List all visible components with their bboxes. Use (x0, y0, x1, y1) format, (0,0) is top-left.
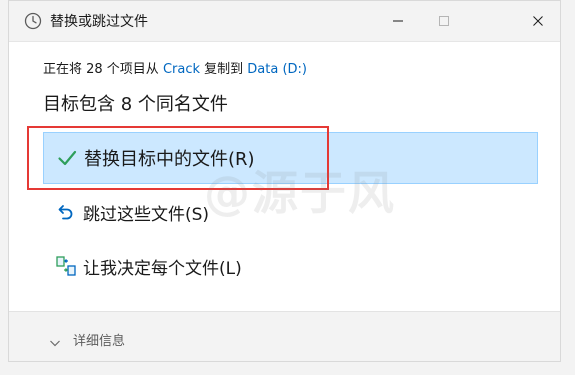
decide-each-label: 让我决定每个文件(L) (83, 258, 242, 279)
destination-drive-link[interactable]: Data (D:) (247, 62, 307, 77)
details-footer: 详细信息 (9, 311, 560, 361)
maximize-icon (421, 1, 467, 41)
chevron-down-icon[interactable] (49, 334, 61, 347)
minimize-icon[interactable] (375, 1, 421, 41)
decide-each-option[interactable]: 让我决定每个文件(L) (43, 242, 538, 290)
skip-arrow-icon (55, 201, 77, 223)
clock-icon (24, 12, 42, 30)
compare-files-icon (55, 255, 77, 277)
more-details-toggle[interactable]: 详细信息 (73, 330, 125, 349)
window-title: 替换或跳过文件 (50, 14, 148, 30)
replace-skip-dialog: 替换或跳过文件 正在将 28 个项目从 Crack 复制到 Data (D:) … (8, 0, 561, 362)
close-icon[interactable] (515, 1, 561, 41)
watermark: @源于风 (204, 166, 396, 220)
status-middle: 复制到 (200, 62, 248, 77)
source-folder-link[interactable]: Crack (163, 62, 200, 77)
title-bar[interactable]: 替换或跳过文件 (9, 1, 560, 42)
copy-progress-text: 正在将 28 个项目从 Crack 复制到 Data (D:) (43, 58, 307, 77)
conflict-heading: 目标包含 8 个同名文件 (43, 94, 228, 115)
skip-files-label: 跳过这些文件(S) (83, 204, 210, 225)
status-prefix: 正在将 28 个项目从 (43, 62, 163, 77)
